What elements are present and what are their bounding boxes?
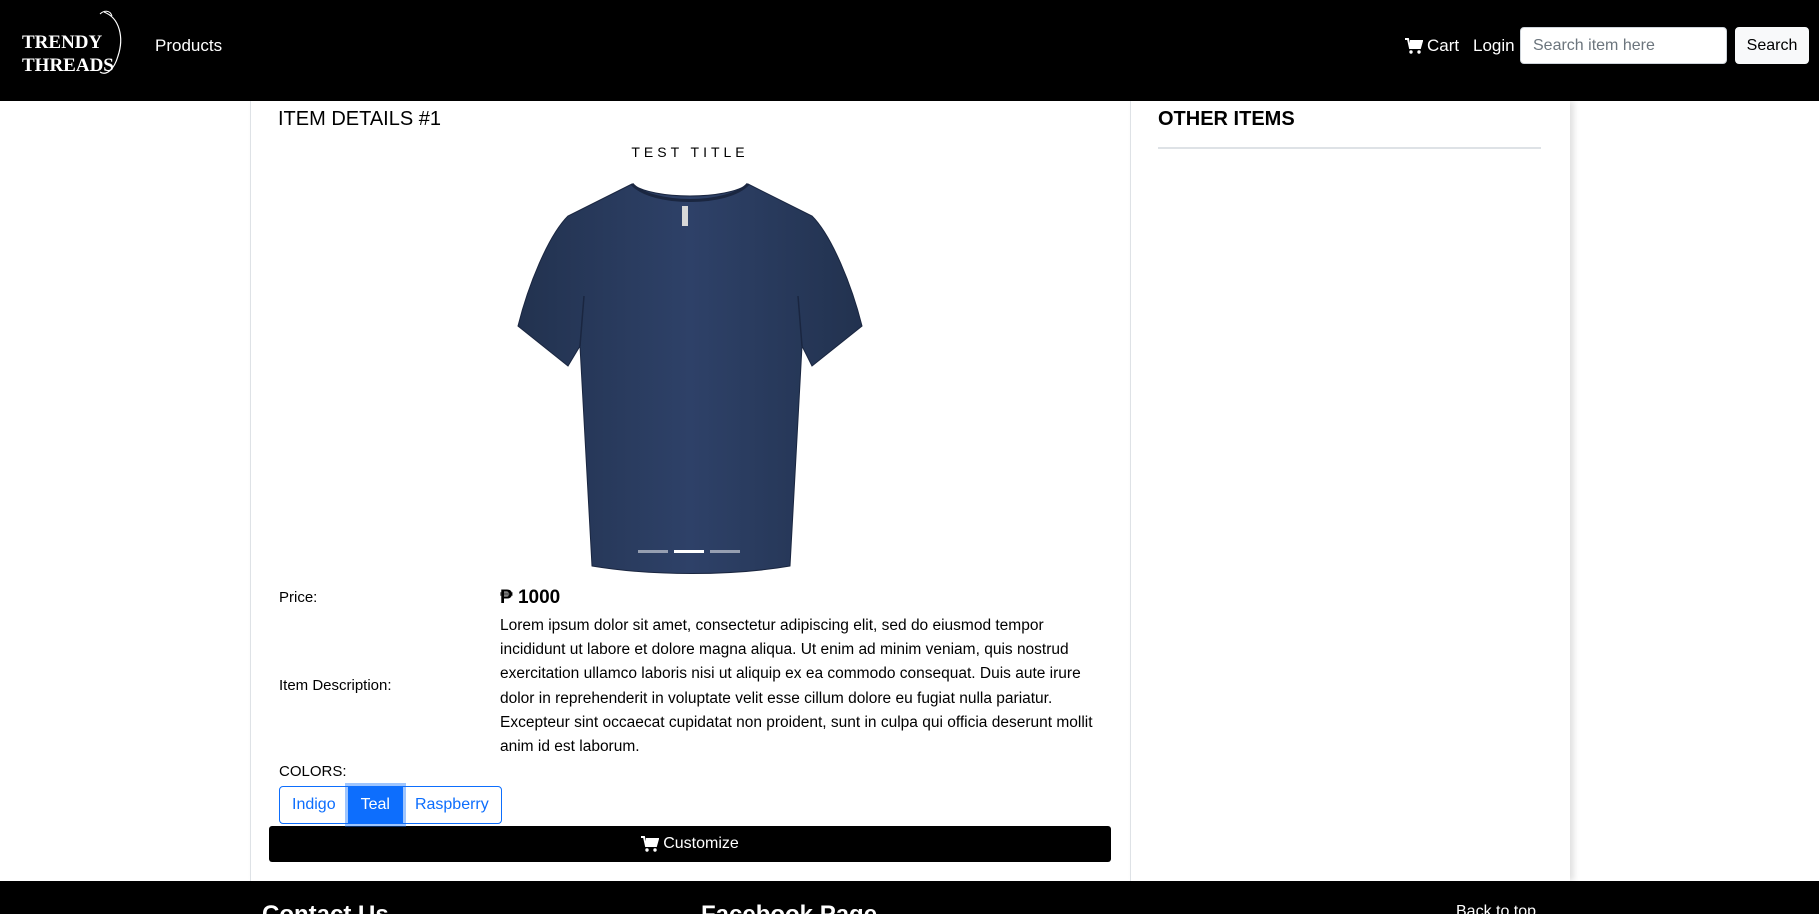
other-items-title: OTHER ITEMS: [1158, 108, 1295, 130]
back-to-top-link[interactable]: Back to top: [1456, 903, 1536, 914]
color-button-indigo[interactable]: Indigo: [279, 786, 349, 824]
nav-cart-label: Cart: [1427, 36, 1460, 55]
footer-contact-heading: Contact Us: [262, 901, 389, 914]
customize-button[interactable]: Customize: [269, 826, 1111, 862]
tshirt-image: [517, 182, 863, 574]
colors-label: COLORS:: [279, 763, 347, 780]
color-button-raspberry[interactable]: Raspberry: [401, 786, 502, 824]
footer: Contact Us Facebook Page Back to top: [0, 881, 1819, 914]
nav-link-cart[interactable]: Cart: [1405, 36, 1459, 56]
cart-icon: [641, 836, 660, 852]
price-value: ₱ 1000: [500, 587, 561, 608]
brand-logo[interactable]: TRENDY THREADS: [20, 8, 126, 78]
svg-text:THREADS: THREADS: [22, 55, 114, 76]
price-label: Price:: [279, 589, 318, 606]
color-button-teal[interactable]: Teal: [347, 786, 403, 824]
cart-icon: [1405, 38, 1423, 54]
search-input[interactable]: [1520, 27, 1727, 64]
footer-facebook-heading: Facebook Page: [701, 901, 877, 914]
nav-link-products[interactable]: Products: [155, 36, 222, 56]
other-items-card: [1130, 101, 1570, 881]
page-title: ITEM DETAILS #1: [278, 108, 442, 130]
search-button[interactable]: Search: [1735, 27, 1809, 64]
nav-link-login[interactable]: Login: [1473, 36, 1515, 56]
carousel-indicator[interactable]: [710, 550, 740, 553]
carousel-indicators: [638, 550, 740, 553]
carousel-indicator[interactable]: [638, 550, 668, 553]
description-label: Item Description:: [279, 677, 392, 694]
divider: [1158, 147, 1541, 149]
color-button-group: Indigo Teal Raspberry: [279, 786, 502, 824]
product-image-carousel[interactable]: [512, 176, 868, 580]
customize-label: Customize: [663, 835, 739, 852]
navbar: TRENDY THREADS Products Cart Login Searc…: [0, 0, 1819, 101]
description-text: Lorem ipsum dolor sit amet, consectetur …: [500, 617, 1093, 756]
carousel-indicator-active[interactable]: [674, 550, 704, 553]
carousel-caption: TEST TITLE: [631, 144, 749, 160]
svg-text:TRENDY: TRENDY: [22, 32, 103, 53]
